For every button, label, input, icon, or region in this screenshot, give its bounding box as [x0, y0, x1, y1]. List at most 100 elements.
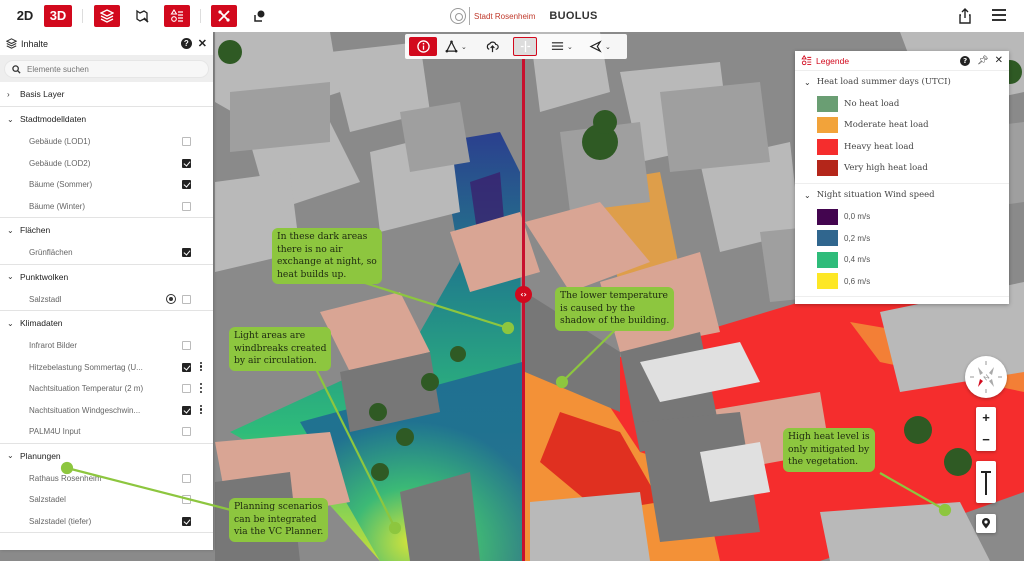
flight-button[interactable]: ⌄	[589, 37, 611, 56]
info-tool-button[interactable]	[409, 37, 437, 56]
layer-group: ⌄ Flächen Grünflächen	[0, 218, 213, 265]
layer-checkbox[interactable]	[182, 405, 191, 415]
tools-button[interactable]	[211, 5, 237, 27]
legend-section-header[interactable]: ⌄ Night situation Wind speed	[795, 184, 1009, 206]
zoom-control: + −	[976, 407, 996, 451]
layer-group: ⌄ Stadtmodelldaten Gebäude (LOD1) Gebäude (…	[0, 107, 213, 218]
callout-line: Planning scenarios	[234, 501, 323, 512]
layer-item[interactable]: Bäume (Sommer)	[0, 174, 213, 196]
layer-group: ⌄ Punktwolken Salzstadl	[0, 265, 213, 311]
layer-group-header[interactable]: ⌄ Stadtmodelldaten	[0, 107, 213, 131]
location-pin-icon	[982, 518, 990, 529]
pin-icon[interactable]: 📌︎	[977, 56, 988, 66]
compass[interactable]: N	[965, 356, 1007, 398]
layer-item[interactable]: Salzstadl	[0, 289, 213, 311]
legend-section: ⌄ Night situation Wind speed 0,0 m/s 0,2 m/…	[795, 184, 1009, 297]
chevron-down-icon: ⌄	[804, 190, 811, 200]
tilt-slider[interactable]	[976, 461, 996, 503]
split-view-line[interactable]	[522, 59, 525, 561]
help-icon[interactable]: ?	[180, 38, 192, 49]
panel-header: Inhalte ? ✕	[0, 32, 213, 56]
layer-checkbox[interactable]	[182, 384, 191, 393]
layer-item[interactable]: Nachtsituation Windgeschwin...	[0, 400, 213, 422]
layer-item[interactable]: Bäume (Winter)	[0, 196, 213, 218]
menu-button[interactable]	[992, 9, 1006, 23]
pointer-info-icon	[254, 10, 265, 22]
callout-line: Light areas are	[234, 330, 306, 341]
upload-button[interactable]	[483, 37, 501, 56]
legend-entry: 0,2 m/s	[795, 228, 1009, 250]
legend-section-header[interactable]: ⌄ Heat load summer days (UTCI)	[795, 71, 1009, 93]
search-input[interactable]	[27, 64, 197, 74]
layer-checkbox[interactable]	[182, 137, 191, 146]
layer-group-header[interactable]: ⌄ Klimadaten	[0, 311, 213, 335]
legend-label: Heavy heat load	[844, 141, 914, 152]
map-tools-button[interactable]	[129, 5, 155, 27]
menu-icon-bar	[992, 14, 1006, 16]
layer-item[interactable]: Salzstadel (tiefer)	[0, 511, 213, 533]
mode-2d-button[interactable]: 2D	[14, 5, 36, 27]
layer-group-header[interactable]: › Basis Layer	[0, 82, 213, 106]
mode-3d-button[interactable]: 3D	[44, 5, 72, 27]
zoom-out-button[interactable]: −	[976, 429, 996, 451]
layer-item[interactable]: PALM4U Input	[0, 421, 213, 443]
chevron-down-icon: ⌄	[7, 272, 14, 281]
more-options-icon[interactable]	[199, 361, 203, 373]
zoom-to-target-icon[interactable]	[166, 293, 176, 304]
layer-checkbox[interactable]	[182, 427, 191, 436]
legend-entry: 0,6 m/s	[795, 271, 1009, 293]
zoom-in-button[interactable]: +	[976, 407, 996, 429]
layer-checkbox[interactable]	[182, 248, 191, 257]
layer-checkbox[interactable]	[182, 495, 191, 504]
close-icon[interactable]: ✕	[198, 37, 207, 50]
close-icon[interactable]: ✕	[995, 55, 1003, 66]
locate-button[interactable]	[976, 514, 996, 533]
legend-entry: 0,0 m/s	[795, 206, 1009, 228]
split-view-handle[interactable]: ‹›	[515, 286, 532, 303]
layer-item[interactable]: Rathaus Rosenheim	[0, 468, 213, 490]
panel-title: Inhalte	[21, 38, 49, 49]
view-options-button[interactable]: ⌄	[551, 37, 573, 56]
layer-checkbox[interactable]	[182, 473, 191, 483]
layer-group-header[interactable]: ⌄ Planungen	[0, 444, 213, 468]
layer-item[interactable]: Gebäude (LOD1)	[0, 131, 213, 153]
legend-panel: Legende ? 📌︎ ✕ ⌄ Heat load summer days (U…	[795, 51, 1009, 304]
callout-line: windbreaks created	[234, 342, 327, 354]
layer-checkbox[interactable]	[182, 180, 191, 189]
layer-item[interactable]: Infrarot Bilder	[0, 335, 213, 357]
layer-checkbox[interactable]	[182, 158, 191, 168]
help-icon[interactable]: ?	[960, 55, 971, 66]
layers-button[interactable]	[94, 5, 120, 27]
legend-button[interactable]	[164, 5, 190, 27]
layer-checkbox[interactable]	[182, 294, 191, 304]
layer-item[interactable]: Gebäude (LOD2)	[0, 153, 213, 175]
layer-group-label: Stadtmodelldaten	[20, 114, 87, 124]
callout-line: the vegetation.	[788, 456, 859, 467]
callout-line: by air circulation.	[234, 355, 317, 366]
callout-line: is caused by the	[560, 302, 636, 314]
layer-item[interactable]: Salzstadel	[0, 489, 213, 511]
legend-label: Very high heat load	[844, 163, 928, 174]
layer-item[interactable]: Nachtsituation Temperatur (2 m)	[0, 378, 213, 400]
layer-group-header[interactable]: ⌄ Flächen	[0, 218, 213, 242]
layer-item[interactable]: Hitzebelastung Sommertag (U...	[0, 357, 213, 379]
legend-label: 0,6 m/s	[844, 276, 871, 286]
layer-checkbox[interactable]	[182, 362, 191, 372]
callout-line: via the VC Planner.	[234, 526, 324, 537]
split-view-button[interactable]	[513, 37, 537, 56]
measure-tool-button[interactable]: ⌄	[445, 37, 467, 56]
callout-planning: Planning scenarios can be integrated via…	[229, 498, 329, 542]
layer-checkbox[interactable]	[182, 516, 191, 526]
more-options-icon[interactable]	[199, 383, 203, 394]
content-panel: Inhalte ? ✕ › Basis Layer ⌄ Stadtmodelldate…	[0, 32, 213, 550]
callout-line: heat builds up.	[277, 268, 347, 280]
feature-info-button[interactable]	[246, 5, 272, 27]
layer-group-header[interactable]: ⌄ Punktwolken	[0, 265, 213, 289]
chevron-down-icon: ⌄	[605, 42, 611, 51]
layers-icon	[6, 38, 17, 49]
layer-checkbox[interactable]	[182, 201, 191, 211]
share-button[interactable]	[958, 8, 972, 24]
layer-checkbox[interactable]	[182, 341, 191, 350]
more-options-icon[interactable]	[199, 404, 203, 416]
layer-item[interactable]: Grünflächen	[0, 242, 213, 264]
